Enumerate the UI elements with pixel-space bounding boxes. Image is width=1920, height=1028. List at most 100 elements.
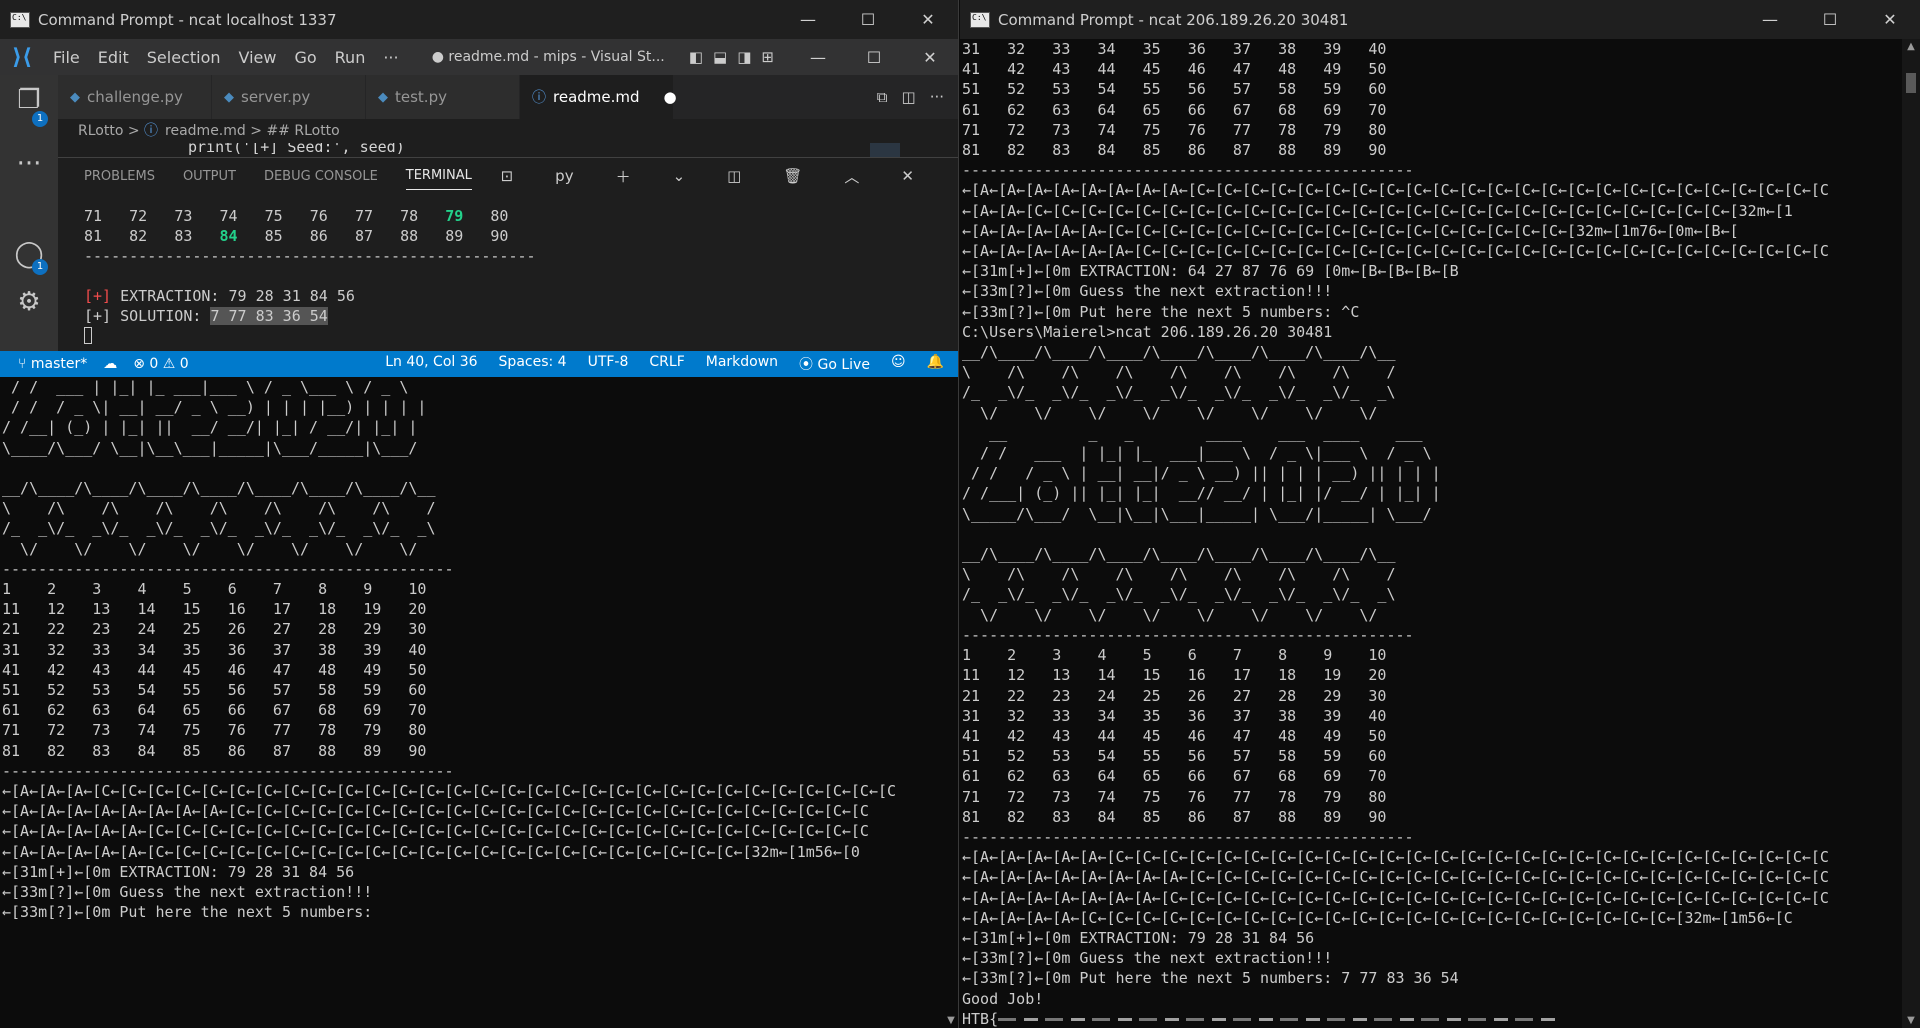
info-icon: ⓘ — [144, 123, 159, 139]
language-mode[interactable]: Markdown — [706, 354, 778, 374]
tab-problems[interactable]: PROBLEMS — [84, 163, 155, 190]
menu-edit[interactable]: Edit — [89, 48, 138, 67]
vscode-window[interactable]: ⟩⟨ File Edit Selection View Go Run ··· ●… — [0, 39, 958, 377]
right-command-prompt-window[interactable]: Command Prompt - ncat 206.189.26.20 3048… — [960, 0, 1920, 1028]
breadcrumb-file[interactable]: readme.md — [165, 123, 246, 139]
explorer-icon[interactable]: ❐ — [0, 85, 58, 115]
tab-readme-md[interactable]: ⓘ readme.md ● — [520, 75, 677, 119]
scroll-down-arrow-icon[interactable]: ▼ — [944, 1015, 958, 1026]
branch-name: master* — [30, 356, 88, 372]
menu-run[interactable]: Run — [326, 48, 375, 67]
new-terminal-icon[interactable]: ＋ — [616, 160, 631, 193]
scroll-up-arrow-icon[interactable]: ▲ — [1902, 41, 1920, 52]
scroll-down-arrow-icon[interactable]: ▼ — [1902, 1015, 1920, 1026]
terminal-separator: ----------------------------------------… — [84, 247, 536, 265]
tab-terminal[interactable]: TERMINAL — [405, 162, 472, 190]
tab-test-py[interactable]: ◆ test.py — [366, 75, 520, 119]
minimap[interactable] — [870, 143, 900, 157]
vscode-titlebar[interactable]: ⟩⟨ File Edit Selection View Go Run ··· ●… — [0, 39, 958, 75]
toggle-primary-sidebar-icon[interactable]: ◧ — [689, 48, 703, 66]
tab-label: server.py — [241, 88, 311, 106]
more-actions-icon[interactable]: ··· — [930, 88, 944, 106]
breadcrumb-folder[interactable]: RLotto — [78, 123, 123, 139]
terminal-shell-name[interactable]: py — [555, 161, 573, 191]
tab-output[interactable]: OUTPUT — [183, 163, 236, 190]
trash-icon[interactable]: 🗑 — [783, 161, 802, 191]
menu-more[interactable]: ··· — [374, 48, 407, 67]
accounts-icon[interactable]: ◯ — [0, 239, 58, 269]
menu-file[interactable]: File — [44, 48, 89, 67]
editor-code-line[interactable]: print('[+] Seed:', seed) — [58, 143, 958, 157]
flag-prefix: HTB{ — [962, 1009, 999, 1028]
maximize-button[interactable]: ☐ — [1800, 0, 1860, 39]
problems-status[interactable]: ⊗ 0 ⚠ 0 — [133, 356, 188, 372]
solution-value[interactable]: 7 77 83 36 54 — [210, 307, 328, 325]
menu-view[interactable]: View — [230, 48, 286, 67]
unsaved-dot-icon[interactable]: ● — [664, 88, 677, 106]
vscode-minimize-button[interactable]: — — [790, 39, 846, 75]
right-terminal-text: 31 32 33 34 35 36 37 38 39 40 41 42 43 4… — [962, 40, 1829, 1008]
left-terminal-area[interactable]: / / ___ | |_| |_ ___|___ \ / _ \___ \ / … — [0, 377, 958, 1028]
python-file-icon: ◆ — [224, 89, 234, 105]
open-preview-icon[interactable]: ⧉ — [877, 88, 888, 106]
more-views-icon[interactable]: ··· — [0, 149, 58, 179]
redacted-flag — [998, 1012, 1559, 1026]
menu-go[interactable]: Go — [285, 48, 325, 67]
command-prompt-icon — [10, 11, 30, 28]
tab-label: test.py — [395, 88, 447, 106]
left-window-titlebar[interactable]: Command Prompt - ncat localhost 1337 — ☐… — [0, 0, 958, 39]
toggle-panel-icon[interactable]: ⬓ — [713, 48, 727, 66]
right-terminal-output: 31 32 33 34 35 36 37 38 39 40 41 42 43 4… — [960, 39, 1902, 1028]
encoding-status[interactable]: UTF-8 — [588, 354, 629, 374]
chevron-down-icon[interactable]: ⌄ — [673, 161, 686, 191]
close-panel-icon[interactable]: ✕ — [901, 161, 914, 191]
right-window-title: Command Prompt - ncat 206.189.26.20 3048… — [998, 10, 1349, 29]
minimize-button[interactable]: — — [778, 0, 838, 39]
go-live-button[interactable]: ⦿ Go Live — [799, 354, 870, 374]
indentation-status[interactable]: Spaces: 4 — [499, 354, 567, 374]
notifications-bell-icon[interactable]: 🔔 — [927, 354, 944, 374]
activity-bar: ❐ 1 ··· ◯ 1 ⚙ — [0, 75, 58, 351]
close-button[interactable]: ✕ — [898, 0, 958, 39]
terminal-row-81: 81 82 83 84 85 86 87 88 89 90 — [84, 227, 509, 245]
toggle-secondary-sidebar-icon[interactable]: ◨ — [737, 48, 751, 66]
feedback-icon[interactable]: ☺ — [891, 354, 906, 374]
customize-layout-icon[interactable]: ⊞ — [761, 48, 774, 66]
settings-gear-icon[interactable]: ⚙ — [0, 287, 58, 317]
right-scrollbar[interactable]: ▲ ▼ — [1902, 39, 1920, 1028]
highlighted-number: 84 — [219, 227, 238, 245]
scroll-thumb[interactable] — [1906, 73, 1916, 93]
branch-status[interactable]: ⑂ master* — [18, 356, 87, 372]
left-window-title: Command Prompt - ncat localhost 1337 — [38, 10, 337, 29]
eol-status[interactable]: CRLF — [649, 354, 684, 374]
right-window-titlebar[interactable]: Command Prompt - ncat 206.189.26.20 3048… — [960, 0, 1920, 39]
split-editor-icon[interactable]: ◫ — [902, 88, 916, 106]
vscode-close-button[interactable]: ✕ — [902, 39, 958, 75]
maximize-panel-icon[interactable]: ︿ — [844, 160, 859, 193]
maximize-button[interactable]: ☐ — [838, 0, 898, 39]
breadcrumb-symbol[interactable]: ## RLotto — [266, 123, 339, 139]
sync-cloud-icon[interactable]: ☁ — [103, 356, 117, 372]
panel-tabs: PROBLEMS OUTPUT DEBUG CONSOLE TERMINAL ⊡… — [58, 158, 958, 194]
breadcrumb: RLotto > ⓘ readme.md > ## RLotto — [58, 119, 958, 143]
solution-prefix: [+] SOLUTION: — [84, 307, 211, 325]
tab-debug-console[interactable]: DEBUG CONSOLE — [264, 163, 378, 190]
right-terminal-area[interactable]: 31 32 33 34 35 36 37 38 39 40 41 42 43 4… — [960, 39, 1902, 1028]
status-bar: ⑂ master* ☁ ⊗ 0 ⚠ 0 Ln 40, Col 36 Spaces… — [0, 351, 958, 377]
editor-tabs: ◆ challenge.py ◆ server.py ◆ test.py ⓘ readm… — [58, 75, 958, 119]
tab-server-py[interactable]: ◆ server.py — [212, 75, 366, 119]
integrated-terminal[interactable]: 71 72 73 74 75 76 77 78 79 80 81 82 83 8… — [58, 194, 958, 346]
git-branch-icon: ⑂ — [18, 356, 27, 372]
tab-challenge-py[interactable]: ◆ challenge.py — [58, 75, 212, 119]
close-button[interactable]: ✕ — [1860, 0, 1920, 39]
terminal-shell-icon[interactable]: ⊡ — [501, 161, 514, 191]
minimize-button[interactable]: — — [1740, 0, 1800, 39]
vscode-maximize-button[interactable]: ☐ — [846, 39, 902, 75]
left-command-prompt-window[interactable]: Command Prompt - ncat localhost 1337 — ☐… — [0, 0, 959, 1028]
left-scrollbar[interactable]: ▼ — [944, 377, 958, 1028]
bottom-panel: PROBLEMS OUTPUT DEBUG CONSOLE TERMINAL ⊡… — [58, 157, 958, 351]
split-terminal-icon[interactable]: ◫ — [727, 161, 741, 191]
tab-label: readme.md — [553, 88, 640, 106]
menu-selection[interactable]: Selection — [138, 48, 230, 67]
cursor-position[interactable]: Ln 40, Col 36 — [385, 354, 477, 374]
